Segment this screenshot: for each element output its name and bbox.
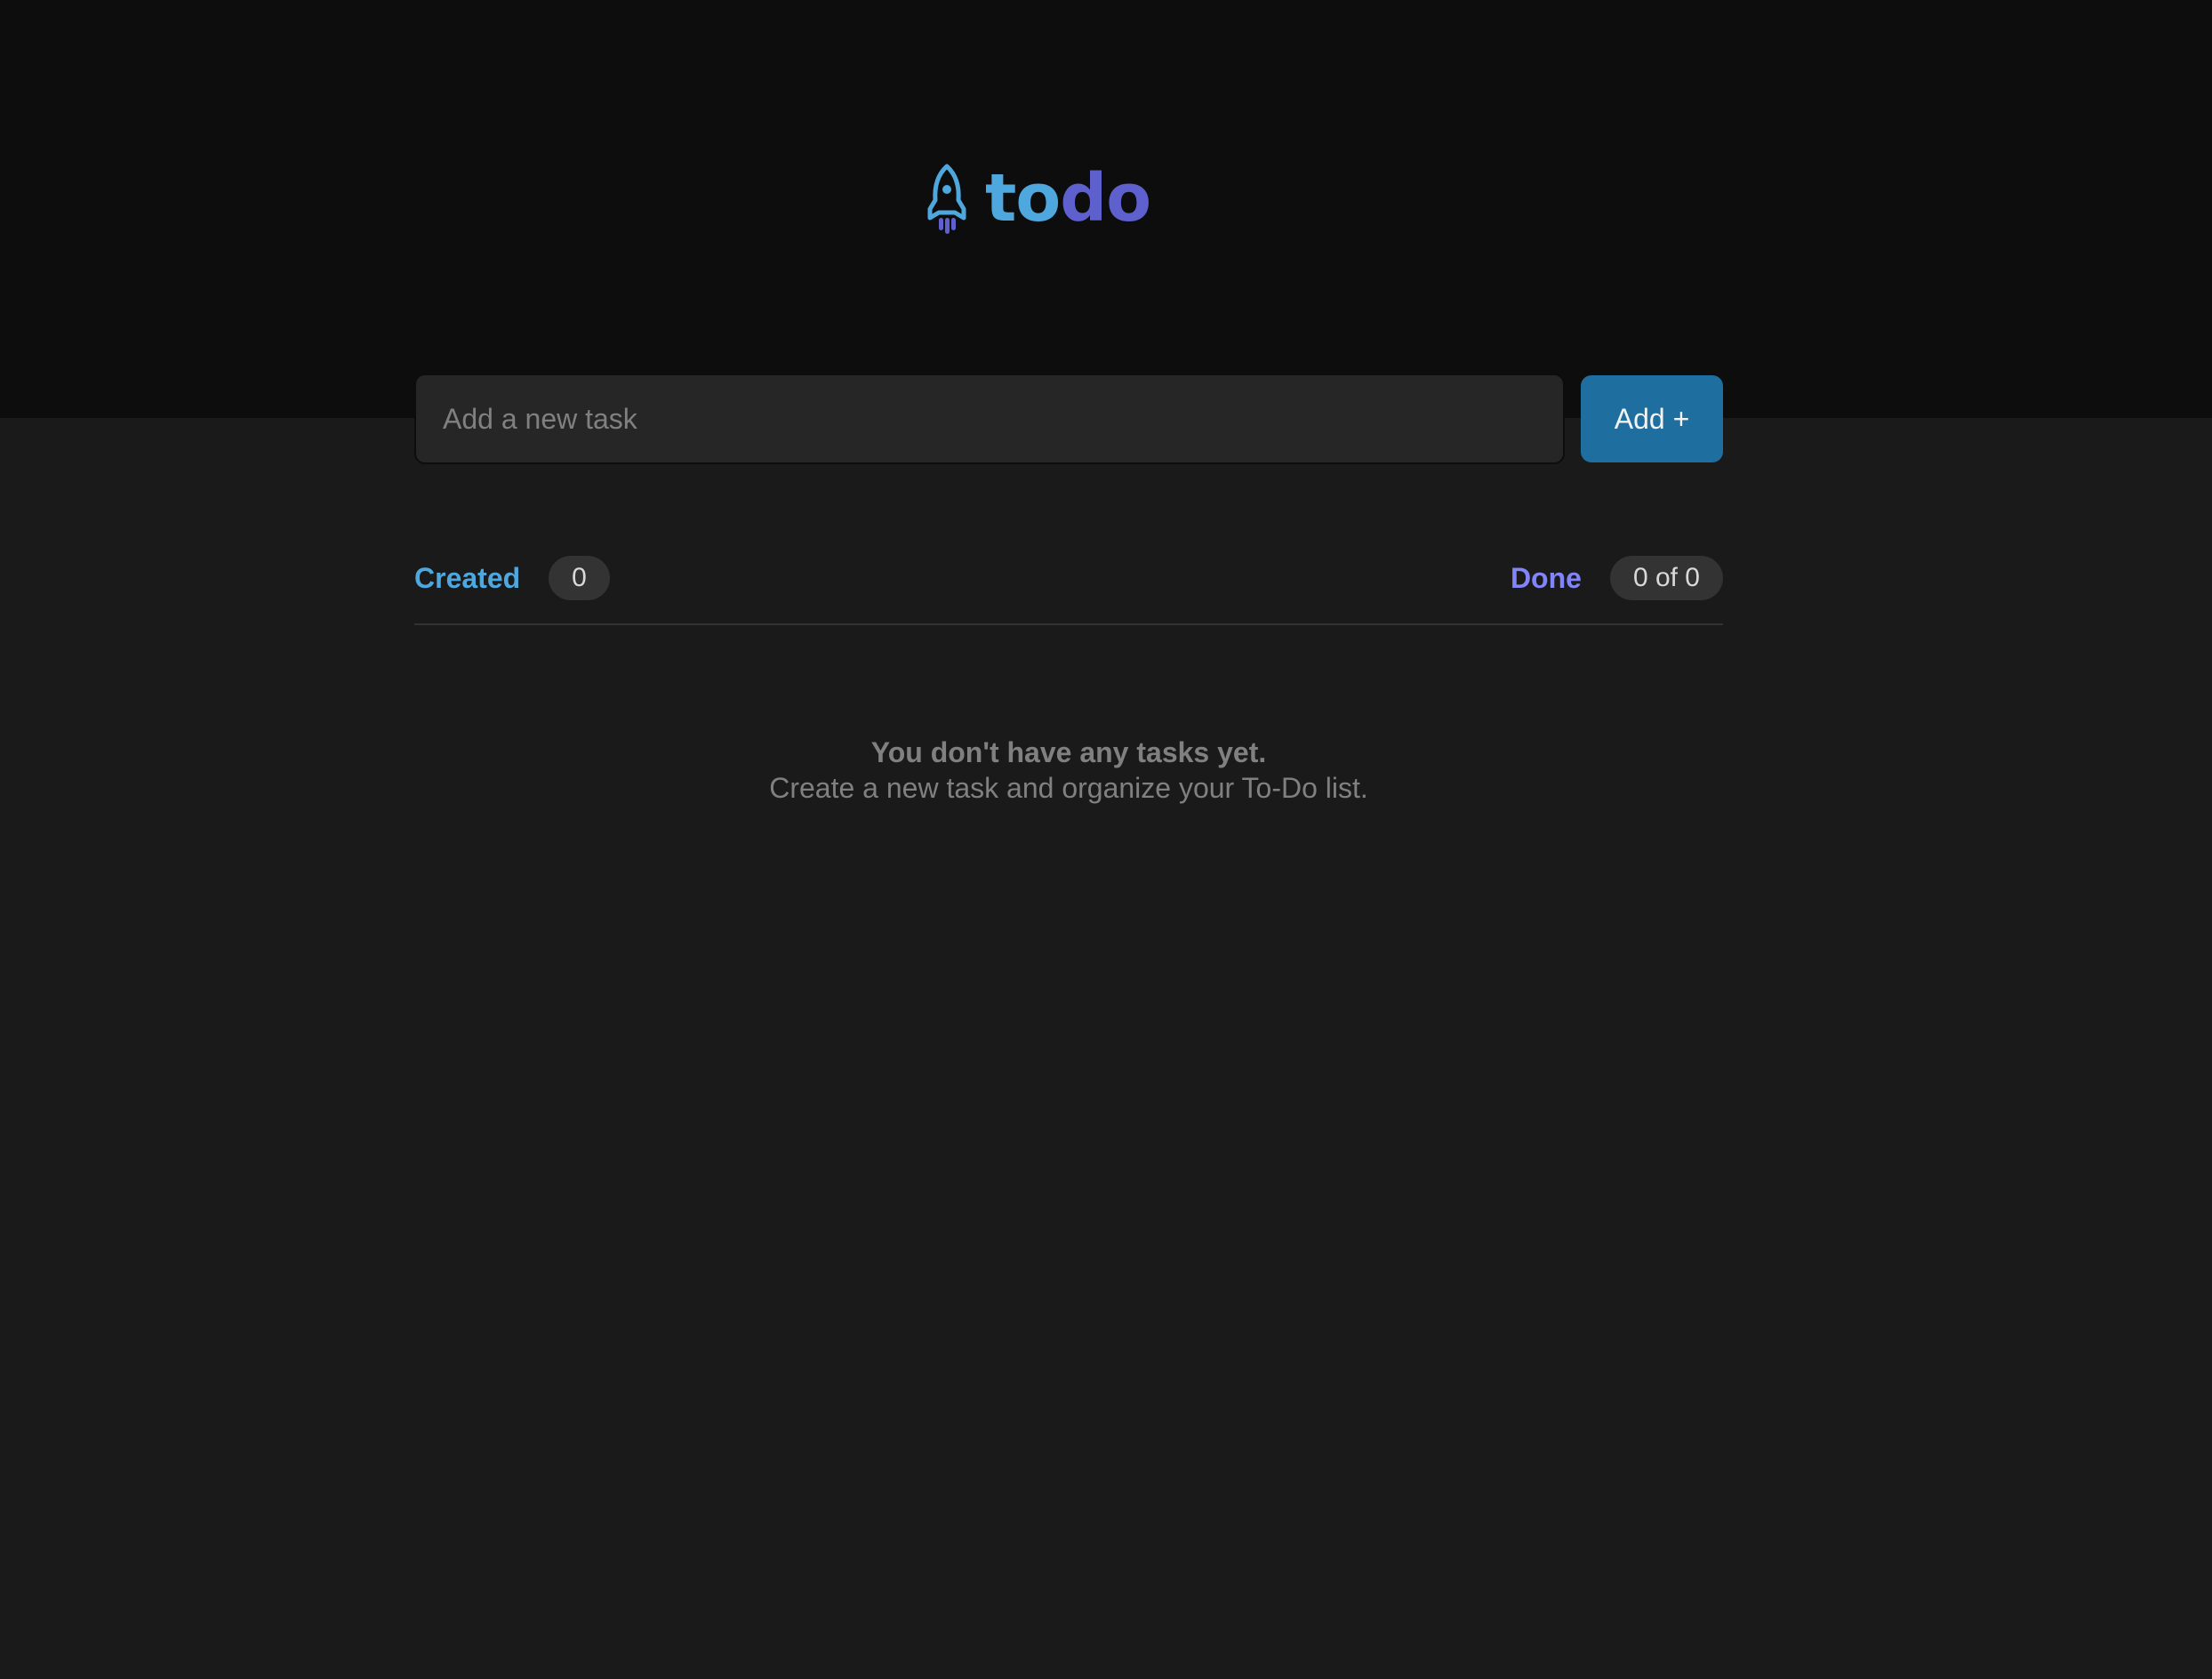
logo-text-do: do bbox=[1060, 160, 1151, 237]
done-count-badge: 0 of 0 bbox=[1609, 556, 1723, 600]
empty-state-title: You don't have any tasks yet. bbox=[870, 736, 1267, 768]
created-label: Created bbox=[414, 561, 521, 594]
logo: todo bbox=[921, 158, 1151, 238]
done-label: Done bbox=[1510, 561, 1582, 594]
empty-state: You don't have any tasks yet. Create a n… bbox=[414, 735, 1723, 806]
list-divider bbox=[414, 623, 1723, 625]
header: todo bbox=[0, 0, 2212, 418]
done-stat: Done 0 of 0 bbox=[1511, 551, 1723, 605]
created-count-badge: 0 bbox=[549, 556, 610, 600]
created-stat: Created 0 bbox=[414, 551, 610, 605]
add-task-button[interactable]: Add + bbox=[1581, 375, 1723, 462]
task-stats: Created 0 Done 0 of 0 bbox=[414, 551, 1723, 605]
logo-text-to: to bbox=[985, 160, 1061, 237]
logo-text: todo bbox=[985, 165, 1151, 231]
rocket-icon bbox=[921, 163, 973, 234]
new-task-input[interactable] bbox=[414, 374, 1565, 464]
empty-state-subtitle: Create a new task and organize your To-D… bbox=[769, 772, 1368, 804]
